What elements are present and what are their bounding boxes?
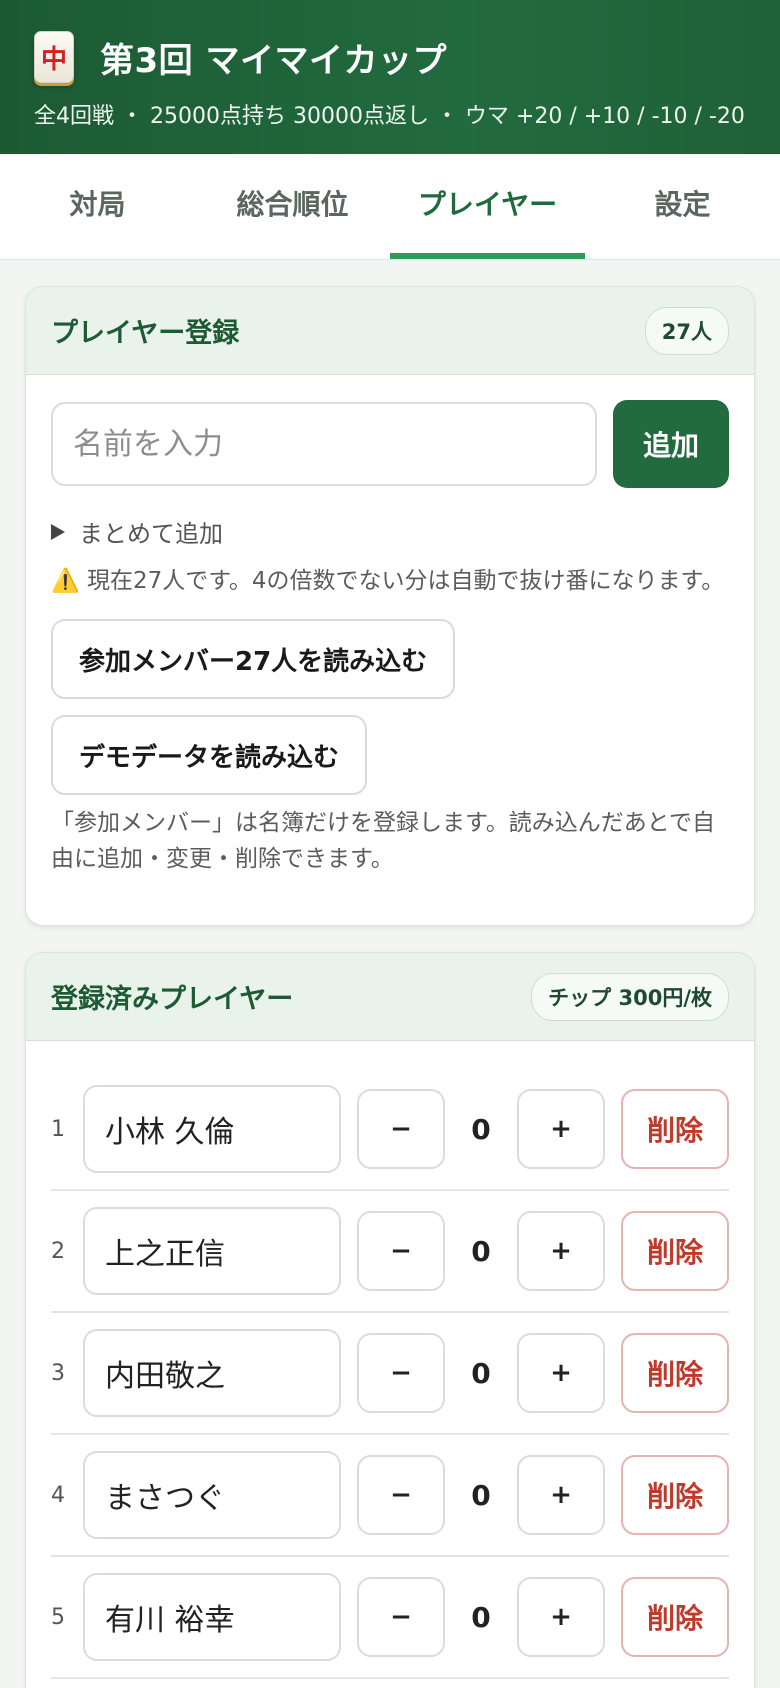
chip-plus-button[interactable]: +: [517, 1577, 605, 1657]
chip-minus-button[interactable]: −: [357, 1089, 445, 1169]
player-name-input[interactable]: [83, 1329, 341, 1417]
tab-standings[interactable]: 総合順位: [195, 154, 390, 259]
help-note: 「参加メンバー」は名簿だけを登録します。読み込んだあとで自由に追加・変更・削除で…: [51, 810, 716, 872]
chip-minus-button[interactable]: −: [357, 1577, 445, 1657]
player-count-badge: 27人: [644, 306, 729, 355]
player-row: 5 − 0 + 削除: [51, 1557, 729, 1679]
card-title: プレイヤー登録: [51, 318, 240, 349]
delete-player-button[interactable]: 削除: [621, 1089, 729, 1169]
tab-settings[interactable]: 設定: [585, 154, 780, 259]
player-row: 4 − 0 + 削除: [51, 1435, 729, 1557]
player-number: 5: [51, 1604, 65, 1630]
load-members-button[interactable]: 参加メンバー27人を読み込む: [51, 619, 456, 699]
warning-icon: ⚠️: [51, 568, 80, 594]
player-number: 4: [51, 1482, 65, 1508]
player-number: 3: [51, 1360, 65, 1386]
registered-players-card: 登録済みプレイヤー チップ 300円/枚 1 − 0 + 削除 2 − 0 + …: [25, 952, 755, 1688]
player-name-input[interactable]: [83, 1207, 341, 1295]
title-row: 中 第3回 マイマイカップ: [34, 28, 746, 86]
warning-message: ⚠️ 現在27人です。4の倍数でない分は自動で抜け番になります。: [51, 563, 729, 599]
chip-plus-button[interactable]: +: [517, 1333, 605, 1413]
delete-player-button[interactable]: 削除: [621, 1211, 729, 1291]
chip-plus-button[interactable]: +: [517, 1455, 605, 1535]
bulk-add-toggle[interactable]: まとめて追加: [51, 514, 729, 549]
delete-player-button[interactable]: 削除: [621, 1577, 729, 1657]
triangle-right-icon: [51, 523, 65, 540]
warning-text: 現在27人です。4の倍数でない分は自動で抜け番になります。: [86, 568, 725, 594]
add-player-row: 追加: [51, 400, 729, 488]
chip-rate-badge: チップ 300円/枚: [531, 972, 729, 1021]
player-register-card: プレイヤー登録 27人 追加 まとめて追加 ⚠️ 現在27人です。4の倍数でない…: [25, 286, 755, 926]
mahjong-tile-icon: 中: [34, 31, 74, 83]
chip-count: 0: [471, 1112, 491, 1146]
delete-player-button[interactable]: 削除: [621, 1333, 729, 1413]
chip-minus-button[interactable]: −: [357, 1455, 445, 1535]
app-header: 中 第3回 マイマイカップ 全4回戦 ・ 25000点持ち 30000点返し ・…: [0, 0, 780, 154]
tab-players[interactable]: プレイヤー: [390, 154, 585, 259]
player-row: 3 − 0 + 削除: [51, 1313, 729, 1435]
player-name-input[interactable]: [83, 1085, 341, 1173]
card-title: 登録済みプレイヤー: [51, 984, 294, 1015]
name-input[interactable]: [51, 402, 597, 486]
tab-games[interactable]: 対局: [0, 154, 195, 259]
chip-count: 0: [471, 1356, 491, 1390]
player-name-input[interactable]: [83, 1573, 341, 1661]
player-row: 2 − 0 + 削除: [51, 1191, 729, 1313]
player-row: 1 − 0 + 削除: [51, 1069, 729, 1191]
chip-plus-button[interactable]: +: [517, 1089, 605, 1169]
player-list: 1 − 0 + 削除 2 − 0 + 削除 3 − 0 + 削除 4 − 0: [26, 1041, 754, 1679]
card-header: 登録済みプレイヤー チップ 300円/枚: [26, 953, 754, 1041]
add-button[interactable]: 追加: [613, 400, 729, 488]
load-demo-button[interactable]: デモデータを読み込む: [51, 715, 368, 795]
chip-count: 0: [471, 1234, 491, 1268]
chip-count: 0: [471, 1478, 491, 1512]
card-header: プレイヤー登録 27人: [26, 287, 754, 375]
chip-minus-button[interactable]: −: [357, 1333, 445, 1413]
chip-count: 0: [471, 1600, 491, 1634]
delete-player-button[interactable]: 削除: [621, 1455, 729, 1535]
bulk-add-label: まとめて追加: [79, 520, 223, 548]
player-number: 1: [51, 1116, 65, 1142]
chip-plus-button[interactable]: +: [517, 1211, 605, 1291]
tournament-title: 第3回 マイマイカップ: [100, 40, 447, 81]
player-number: 2: [51, 1238, 65, 1264]
chip-minus-button[interactable]: −: [357, 1211, 445, 1291]
player-name-input[interactable]: [83, 1451, 341, 1539]
tab-bar: 対局 総合順位 プレイヤー 設定: [0, 154, 780, 260]
rules-summary: 全4回戦 ・ 25000点持ち 30000点返し ・ ウマ +20 / +10 …: [34, 104, 745, 129]
